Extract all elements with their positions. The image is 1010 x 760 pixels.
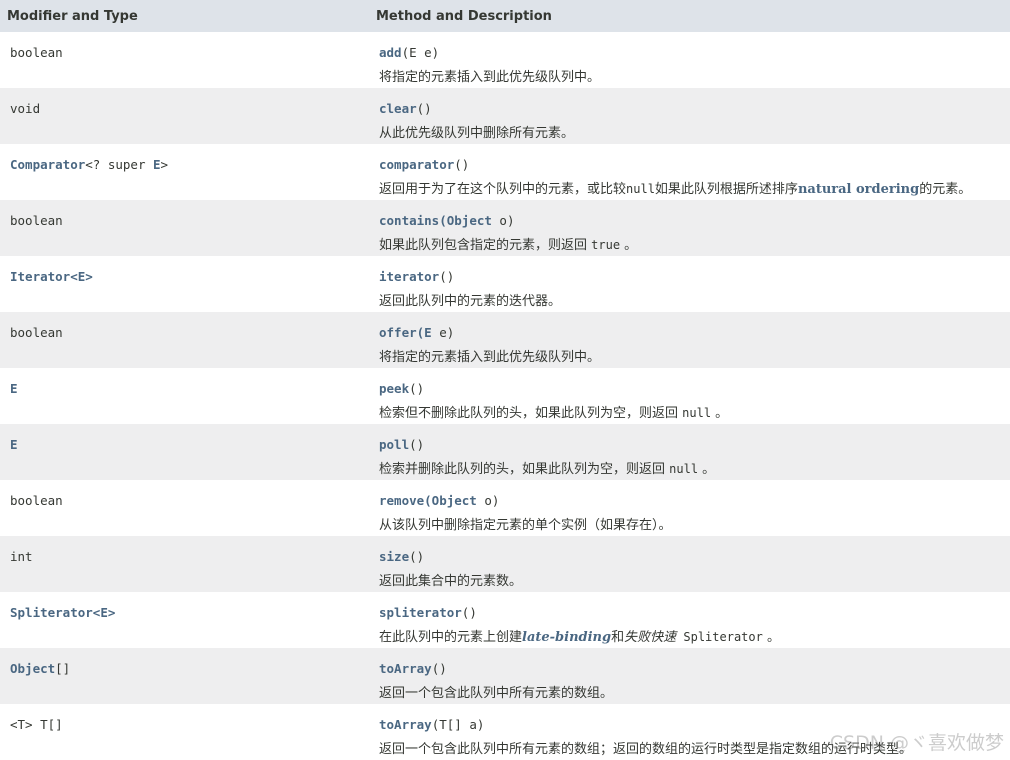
- method-params: o): [476, 493, 500, 508]
- return-type: boolean: [10, 45, 63, 60]
- method-link-size[interactable]: size: [379, 549, 409, 564]
- table-row: Comparator<? super E> comparator() 返回用于为…: [0, 144, 1010, 200]
- method-link-offer[interactable]: offer: [379, 325, 417, 340]
- method-summary-table: Modifier and Type Method and Description…: [0, 0, 1010, 760]
- csdn-watermark: CSDN @ヾ喜欢做梦: [829, 732, 1004, 754]
- type-link-e[interactable]: E: [10, 381, 18, 396]
- type-array: []: [55, 661, 71, 676]
- method-link-remove[interactable]: remove: [379, 493, 424, 508]
- param-type-link-e[interactable]: (E: [417, 325, 432, 340]
- method-description: 将指定的元素插入到此优先级队列中。: [379, 70, 601, 85]
- table-row: Iterator<E> iterator() 返回此队列中的元素的迭代器。: [0, 256, 1010, 312]
- late-binding-link[interactable]: late-binding: [522, 630, 611, 645]
- return-type: boolean: [10, 493, 63, 508]
- code-null: null: [682, 406, 712, 420]
- table-row: boolean remove(Object o) 从该队列中删除指定元素的单个实…: [0, 480, 1010, 536]
- method-params: (): [431, 661, 447, 676]
- method-params: (T[] a): [431, 717, 485, 732]
- return-type: int: [10, 549, 33, 564]
- table-row: Object[] toArray() 返回一个包含此队列中所有元素的数组。: [0, 648, 1010, 704]
- method-link-poll[interactable]: poll: [379, 437, 409, 452]
- return-type: boolean: [10, 213, 63, 228]
- method-description: 从该队列中删除指定元素的单个实例（如果存在）。: [379, 518, 672, 533]
- method-description: 将指定的元素插入到此优先级队列中。: [379, 350, 601, 365]
- return-type: boolean: [10, 325, 63, 340]
- code-null: null: [626, 182, 655, 196]
- code-spliterator: Spliterator: [676, 630, 763, 644]
- method-params: (): [409, 437, 425, 452]
- type-generic: <E>: [70, 269, 93, 284]
- table-row: E peek() 检索但不删除此队列的头，如果此队列为空，则返回 null 。: [0, 368, 1010, 424]
- method-params: (): [409, 549, 425, 564]
- table-row: void clear() 从此优先级队列中删除所有元素。: [0, 88, 1010, 144]
- method-description: 从此优先级队列中删除所有元素。: [379, 126, 575, 141]
- method-link-comparator[interactable]: comparator: [379, 157, 454, 172]
- method-description: 检索并删除此队列的头，如果此队列为空，则返回 null 。: [379, 462, 716, 477]
- type-generic: <E>: [92, 605, 116, 620]
- table-row: boolean offer(E e) 将指定的元素插入到此优先级队列中。: [0, 312, 1010, 368]
- method-description: 返回用于为了在这个队列中的元素，或比较null如果此队列根据所述排序natura…: [379, 182, 972, 197]
- table-row: boolean contains(Object o) 如果此队列包含指定的元素，…: [0, 200, 1010, 256]
- method-link-toarray[interactable]: toArray: [379, 661, 432, 676]
- method-link-toarray-typed[interactable]: toArray: [379, 717, 432, 732]
- method-params: o): [491, 213, 515, 228]
- table-row: Spliterator<E> spliterator() 在此队列中的元素上创建…: [0, 592, 1010, 648]
- param-type-link-object[interactable]: (Object: [439, 213, 492, 228]
- type-link-spliterator[interactable]: Spliterator: [10, 605, 93, 620]
- method-params: (): [416, 101, 432, 116]
- method-description: 返回一个包含此队列中所有元素的数组。: [379, 686, 614, 701]
- method-description: 检索但不删除此队列的头，如果此队列为空，则返回 null 。: [379, 406, 729, 421]
- method-description: 返回此集合中的元素数。: [379, 574, 523, 589]
- method-description: 在此队列中的元素上创建late-binding和失败快速 Spliterator…: [379, 630, 780, 645]
- return-type: void: [10, 101, 41, 116]
- type-link-iterator[interactable]: Iterator: [10, 269, 70, 284]
- table-row: boolean add(E e) 将指定的元素插入到此优先级队列中。: [0, 32, 1010, 88]
- natural-ordering-link[interactable]: natural ordering: [798, 182, 919, 197]
- header-method-description: Method and Description: [376, 8, 552, 24]
- table-row: E poll() 检索并删除此队列的头，如果此队列为空，则返回 null 。: [0, 424, 1010, 480]
- param-type-link-object[interactable]: (Object: [424, 493, 477, 508]
- type-generic-end: >: [160, 157, 169, 172]
- type-link-object[interactable]: Object: [10, 661, 55, 676]
- type-link-e[interactable]: E: [153, 157, 161, 172]
- table-header: Modifier and Type Method and Description: [0, 0, 1010, 32]
- code-null: null: [669, 462, 699, 476]
- table-row: int size() 返回此集合中的元素数。: [0, 536, 1010, 592]
- method-link-iterator[interactable]: iterator: [379, 269, 439, 284]
- return-type: <T> T[]: [10, 717, 63, 732]
- method-link-contains[interactable]: contains: [379, 213, 439, 228]
- method-link-spliterator[interactable]: spliterator: [379, 605, 462, 620]
- method-description: 返回此队列中的元素的迭代器。: [379, 294, 562, 309]
- method-params: (E e): [401, 45, 440, 60]
- type-link-comparator[interactable]: Comparator: [10, 157, 85, 172]
- type-link-e[interactable]: E: [10, 437, 18, 452]
- method-link-peek[interactable]: peek: [379, 381, 409, 396]
- type-generic: <? super: [85, 157, 153, 172]
- method-params: (): [454, 157, 470, 172]
- fail-fast-text: 失败快速: [624, 630, 677, 645]
- header-modifier-type: Modifier and Type: [7, 8, 138, 24]
- method-params: (): [461, 605, 477, 620]
- method-link-add[interactable]: add: [379, 45, 402, 60]
- method-params: e): [431, 325, 455, 340]
- method-params: (): [439, 269, 455, 284]
- method-description: 如果此队列包含指定的元素，则返回 true 。: [379, 238, 638, 253]
- code-true: true: [591, 238, 621, 252]
- method-params: (): [409, 381, 425, 396]
- method-link-clear[interactable]: clear: [379, 101, 417, 116]
